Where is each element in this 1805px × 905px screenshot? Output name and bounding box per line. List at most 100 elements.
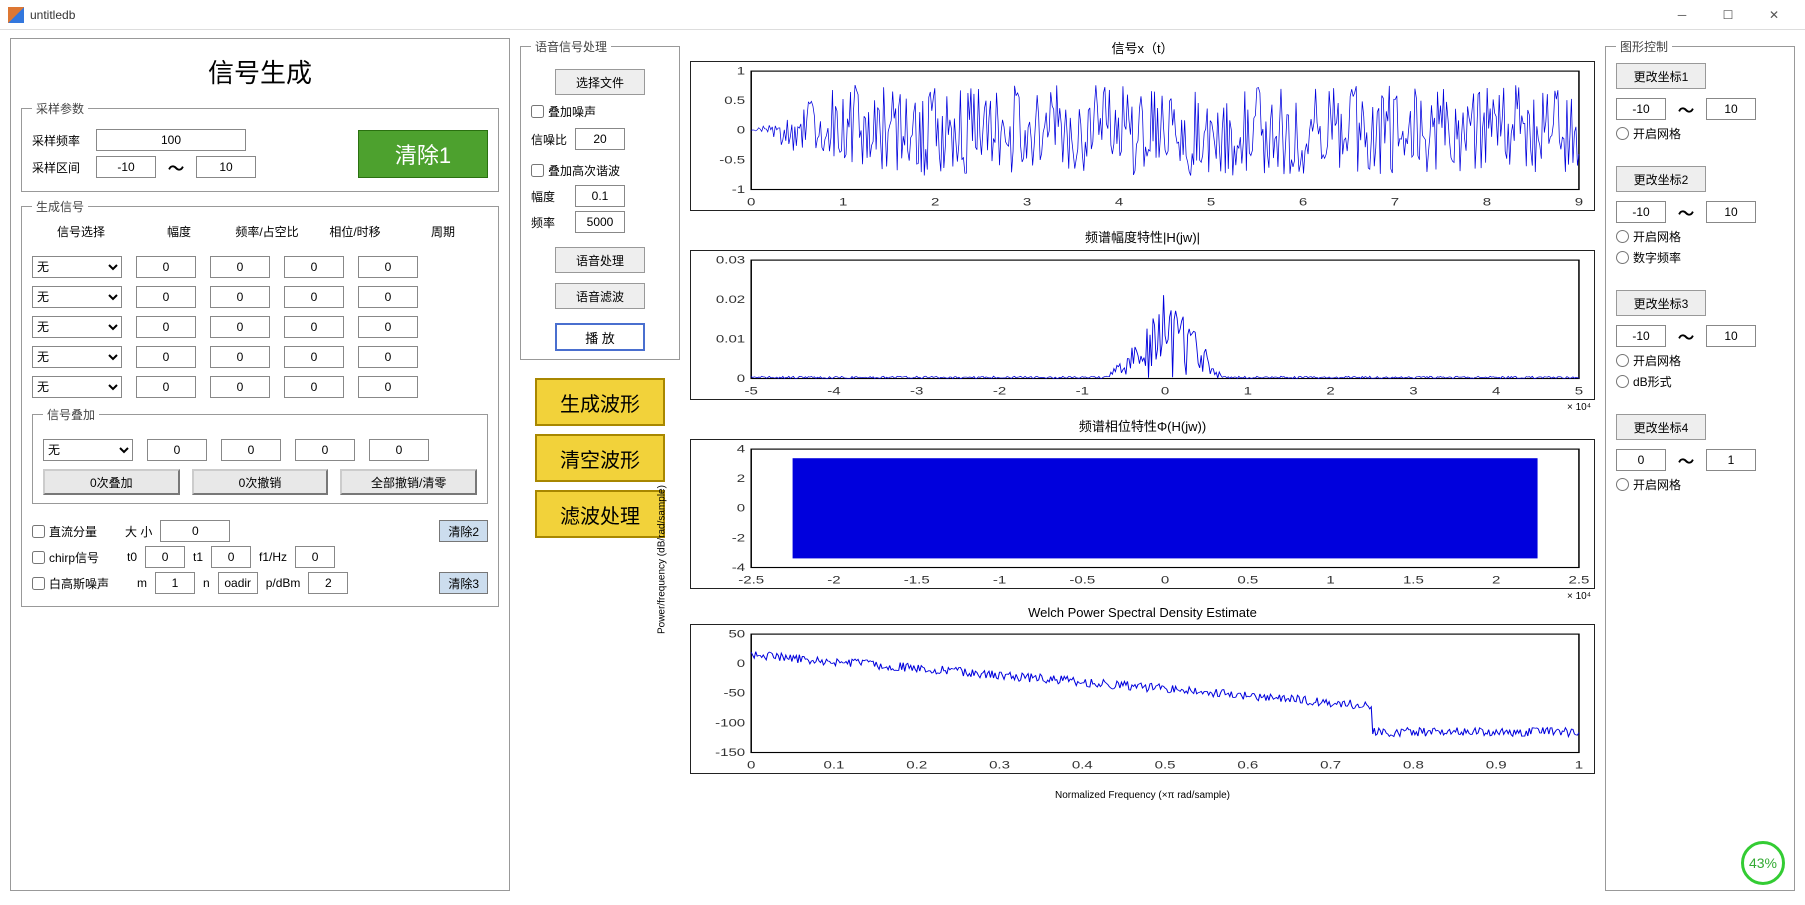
snr-input[interactable] xyxy=(575,128,625,150)
period-0[interactable] xyxy=(358,256,418,278)
p-input[interactable] xyxy=(308,572,348,594)
dc-value[interactable] xyxy=(160,520,230,542)
clear-wave-button[interactable]: 清空波形 xyxy=(535,434,665,482)
phase-1[interactable] xyxy=(284,286,344,308)
axis-4-hi[interactable] xyxy=(1706,449,1756,471)
svg-text:8: 8 xyxy=(1483,195,1491,208)
phase-0[interactable] xyxy=(284,256,344,278)
change-axis-4-button[interactable]: 更改坐标4 xyxy=(1616,414,1706,440)
period-3[interactable] xyxy=(358,346,418,368)
svg-text:2: 2 xyxy=(1326,384,1334,397)
grid-4-radio[interactable] xyxy=(1616,478,1629,491)
signal-select-0[interactable]: 无 xyxy=(32,256,122,278)
overlay-b[interactable] xyxy=(221,439,281,461)
amp-2[interactable] xyxy=(136,316,196,338)
change-axis-3-button[interactable]: 更改坐标3 xyxy=(1616,290,1706,316)
axis-block: 更改坐标2 ～ 开启网格 数字频率 xyxy=(1616,166,1784,266)
signal-select-4[interactable]: 无 xyxy=(32,376,122,398)
audio-proc-button[interactable]: 语音处理 xyxy=(555,247,645,273)
overlay-d[interactable] xyxy=(369,439,429,461)
freq-1[interactable] xyxy=(210,286,270,308)
add-noise-checkbox[interactable] xyxy=(531,105,544,118)
close-button[interactable]: ✕ xyxy=(1751,0,1797,30)
axis-block: 更改坐标1 ～ 开启网格 xyxy=(1616,63,1784,142)
svg-text:-4: -4 xyxy=(732,561,746,574)
input-sample-freq[interactable] xyxy=(96,129,246,151)
grid-3-radio[interactable] xyxy=(1616,354,1629,367)
overlay-a[interactable] xyxy=(147,439,207,461)
amp-1[interactable] xyxy=(136,286,196,308)
clear2-button[interactable]: 清除2 xyxy=(439,520,488,542)
freq-3[interactable] xyxy=(210,346,270,368)
input-range-hi[interactable] xyxy=(196,156,256,178)
svg-text:0.03: 0.03 xyxy=(716,253,745,266)
axis-3-lo[interactable] xyxy=(1616,325,1666,347)
overlay-select[interactable]: 无 xyxy=(43,439,133,461)
freq-4[interactable] xyxy=(210,376,270,398)
svg-text:0.5: 0.5 xyxy=(1155,758,1176,771)
phase-2[interactable] xyxy=(284,316,344,338)
period-2[interactable] xyxy=(358,316,418,338)
amp-4[interactable] xyxy=(136,376,196,398)
axis-2-hi[interactable] xyxy=(1706,201,1756,223)
overlay-clear-button[interactable]: 全部撤销/清零 xyxy=(340,469,477,495)
svg-text:-2: -2 xyxy=(827,573,840,586)
phase-4[interactable] xyxy=(284,376,344,398)
signal-row: 无 xyxy=(32,346,488,368)
harm-amp-input[interactable] xyxy=(575,185,625,207)
clear1-button[interactable]: 清除1 xyxy=(358,130,488,178)
axis-4-lo[interactable] xyxy=(1616,449,1666,471)
axis-1-lo[interactable] xyxy=(1616,98,1666,120)
plot4-ylabel: Power/frequency (dB/rad/sample) xyxy=(657,485,668,634)
extra-2-radio[interactable] xyxy=(1616,251,1629,264)
svg-text:2: 2 xyxy=(931,195,939,208)
choose-file-button[interactable]: 选择文件 xyxy=(555,69,645,95)
f1-input[interactable] xyxy=(295,546,335,568)
overlay-add-button[interactable]: 0次叠加 xyxy=(43,469,180,495)
input-range-lo[interactable] xyxy=(96,156,156,178)
clear3-button[interactable]: 清除3 xyxy=(439,572,488,594)
dc-checkbox[interactable] xyxy=(32,525,45,538)
overlay-undo-button[interactable]: 0次撤销 xyxy=(192,469,329,495)
add-harm-checkbox[interactable] xyxy=(531,164,544,177)
t0-input[interactable] xyxy=(145,546,185,568)
grid-1-radio[interactable] xyxy=(1616,127,1629,140)
signal-select-2[interactable]: 无 xyxy=(32,316,122,338)
signal-headers: 信号选择 幅度 频率/占空比 相位/时移 周期 xyxy=(32,223,488,248)
svg-text:0.3: 0.3 xyxy=(989,758,1010,771)
extra-3-radio[interactable] xyxy=(1616,375,1629,388)
freq-0[interactable] xyxy=(210,256,270,278)
minimize-button[interactable]: ─ xyxy=(1659,0,1705,30)
svg-text:0.02: 0.02 xyxy=(716,293,745,306)
signal-select-3[interactable]: 无 xyxy=(32,346,122,368)
harm-freq-input[interactable] xyxy=(575,211,625,233)
chirp-checkbox[interactable] xyxy=(32,551,45,564)
m-input[interactable] xyxy=(155,572,195,594)
amp-0[interactable] xyxy=(136,256,196,278)
noise-checkbox[interactable] xyxy=(32,577,45,590)
play-button[interactable]: 播 放 xyxy=(555,323,645,351)
axis-3-hi[interactable] xyxy=(1706,325,1756,347)
freq-2[interactable] xyxy=(210,316,270,338)
t1-input[interactable] xyxy=(211,546,251,568)
change-axis-1-button[interactable]: 更改坐标1 xyxy=(1616,63,1706,89)
gen-wave-button[interactable]: 生成波形 xyxy=(535,378,665,426)
n-input[interactable] xyxy=(218,572,258,594)
overlay-c[interactable] xyxy=(295,439,355,461)
axis-2-lo[interactable] xyxy=(1616,201,1666,223)
plot3: -2.5-2-1.5-1-0.500.511.522.5-4-2024 xyxy=(690,439,1595,589)
period-1[interactable] xyxy=(358,286,418,308)
filter-proc-button[interactable]: 滤波处理 xyxy=(535,490,665,538)
phase-3[interactable] xyxy=(284,346,344,368)
signal-select-1[interactable]: 无 xyxy=(32,286,122,308)
period-4[interactable] xyxy=(358,376,418,398)
svg-text:5: 5 xyxy=(1575,384,1583,397)
audio-filt-button[interactable]: 语音滤波 xyxy=(555,283,645,309)
svg-text:0: 0 xyxy=(737,657,745,670)
amp-3[interactable] xyxy=(136,346,196,368)
change-axis-2-button[interactable]: 更改坐标2 xyxy=(1616,166,1706,192)
axis-1-hi[interactable] xyxy=(1706,98,1756,120)
svg-text:0.9: 0.9 xyxy=(1486,758,1507,771)
grid-2-radio[interactable] xyxy=(1616,230,1629,243)
maximize-button[interactable]: ☐ xyxy=(1705,0,1751,30)
